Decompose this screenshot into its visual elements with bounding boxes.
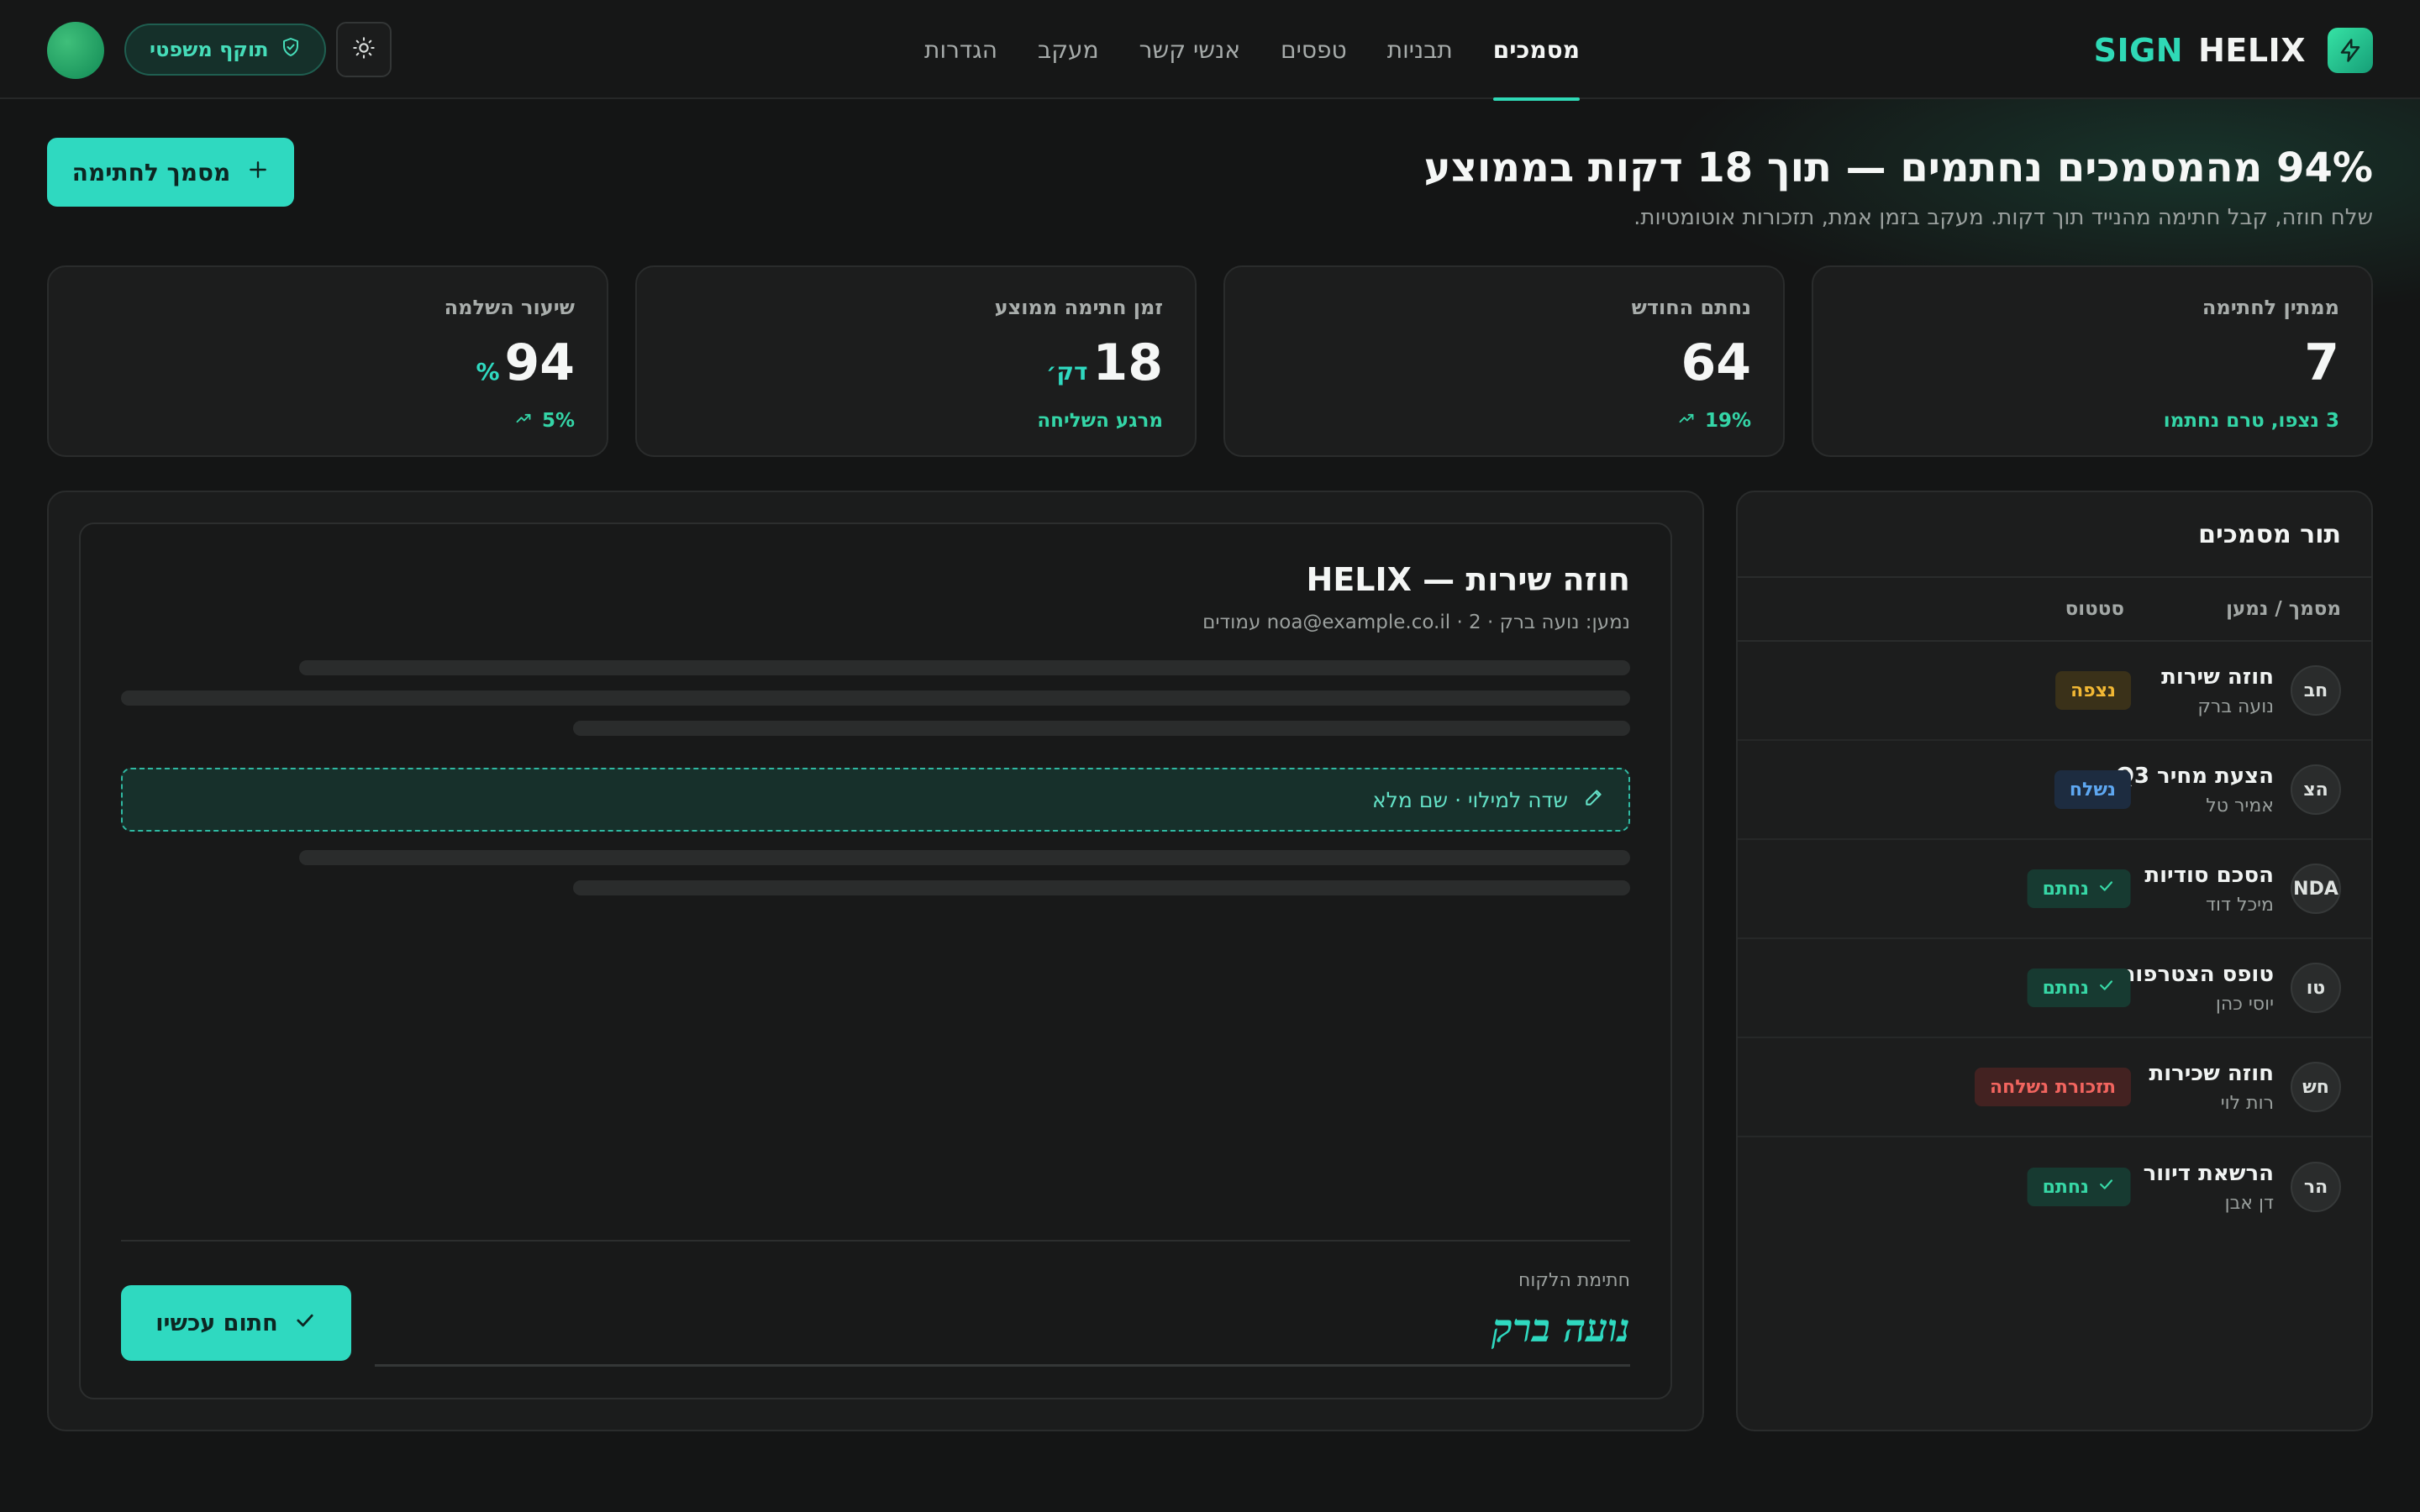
table-row[interactable]: טו טופס הצטרפות יוסי כהן נחתם (1738, 939, 2371, 1038)
stat-label: נחתם החודש (1631, 296, 1751, 319)
pencil-icon (1583, 786, 1605, 813)
trend-up-icon (1676, 410, 1697, 432)
document-title: חוזה שירות — HELIX (1306, 561, 1630, 598)
status-badge: נשלח (2054, 770, 2131, 809)
page-subtitle: שלח חוזה, קבל חתימה מהנייד תוך דקות. מעק… (1634, 205, 2373, 230)
document-page: חוזה שירות — HELIX נמען: נועה ברק · noa@… (79, 522, 1672, 1399)
text-placeholder-line (573, 721, 1630, 736)
stat-value: 18 (1092, 333, 1164, 392)
legal-validity-badge[interactable]: תוקף משפטי (124, 24, 326, 76)
brand-word-sign: SIGN (2093, 32, 2184, 69)
plus-icon (247, 159, 269, 186)
column-header-document: מסמך / נמען (2226, 598, 2341, 620)
stat-value: 64 (1681, 333, 1752, 392)
document-initials: חב (2291, 665, 2341, 716)
page-title: 94% מהמסמכים נחתמים — תוך 18 דקות בממוצע (1423, 144, 2373, 192)
table-row[interactable]: חש חוזה שכירות רות לוי תזכורת נשלחה (1738, 1038, 2371, 1137)
nav-item-settings[interactable]: הגדרות (924, 0, 997, 99)
stat-value: 94 (504, 333, 576, 392)
sign-now-label: חתום עכשיו (155, 1310, 278, 1336)
table-row[interactable]: הצ הצעת מחיר Q3 אמיר טל נשלח (1738, 741, 2371, 840)
lightning-bolt-icon (2328, 28, 2373, 73)
theme-toggle-button[interactable] (336, 22, 392, 77)
document-name: חוזה שירות (2161, 664, 2274, 690)
document-name: הצעת מחיר Q3 (2115, 763, 2274, 789)
nav-item-contacts[interactable]: אנשי קשר (1139, 0, 1240, 99)
status-badge: תזכורת נשלחה (1975, 1068, 2131, 1106)
document-preview-panel: חוזה שירות — HELIX נמען: נועה ברק · noa@… (47, 491, 1704, 1431)
text-placeholder-line (573, 880, 1630, 895)
stat-sub: מרגע השליחה (1037, 410, 1163, 432)
status-badge: נחתם (2027, 1168, 2131, 1206)
brand[interactable]: SIGN HELIX (2094, 27, 2373, 74)
check-icon (2097, 877, 2116, 900)
queue-title: תור מסמכים (1738, 492, 2371, 578)
stat-sub: 3 נצפו, טרם נחתמו (2163, 410, 2339, 432)
top-bar: SIGN HELIX מסמכים תבניות טפסים אנשי קשר … (0, 0, 2420, 101)
stat-unit: דק׳ (1045, 358, 1088, 386)
shield-check-icon (281, 36, 301, 63)
avatar[interactable] (47, 22, 104, 79)
document-initials: חש (2291, 1062, 2341, 1112)
sun-icon (352, 36, 376, 63)
document-initials: הצ (2291, 764, 2341, 815)
nav-item-forms[interactable]: טפסים (1281, 0, 1347, 99)
stat-label: ממתין לחתימה (2202, 296, 2339, 319)
text-placeholder-line (121, 690, 1630, 706)
new-document-label: מסמך לחתימה (71, 158, 231, 186)
table-row[interactable]: חב חוזה שירות נועה ברק נצפה (1738, 642, 2371, 741)
signature-value[interactable]: נועה ברק (1491, 1305, 1630, 1351)
document-queue-panel: תור מסמכים מסמך / נמען סטטוס חב חוזה שיר… (1736, 491, 2373, 1431)
stat-card-avg-time: זמן חתימה ממוצע 18 דק׳ מרגע השליחה (635, 265, 1197, 457)
text-placeholder-line (299, 660, 1630, 675)
divider (121, 1240, 1630, 1242)
table-row[interactable]: הר הרשאת דיוור דן אבן נחתם (1738, 1137, 2371, 1236)
queue-rows: חב חוזה שירות נועה ברק נצפה הצ הצעת מחיר… (1738, 642, 2371, 1236)
full-name-field[interactable]: שדה למילוי · שם מלא (121, 768, 1630, 832)
nav-item-tracking[interactable]: מעקב (1038, 0, 1099, 99)
stat-label: שיעור השלמה (444, 296, 575, 319)
field-label: שדה למילוי · שם מלא (1371, 787, 1568, 812)
status-badge: נחתם (2027, 969, 2131, 1007)
nav-item-templates[interactable]: תבניות (1387, 0, 1453, 99)
check-icon (2097, 976, 2116, 1000)
document-initials: NDA (2291, 864, 2341, 914)
stat-unit: % (476, 358, 500, 386)
stat-sub: 19% (1257, 410, 1751, 432)
stat-label: זמן חתימה ממוצע (994, 296, 1163, 319)
sign-now-button[interactable]: חתום עכשיו (121, 1285, 351, 1361)
queue-header: מסמך / נמען סטטוס (1738, 578, 2371, 642)
legal-badge-label: תוקף משפטי (150, 38, 269, 61)
check-icon (293, 1309, 317, 1338)
signature-line (375, 1364, 1630, 1367)
document-meta: נמען: נועה ברק · noa@example.co.il · 2 ע… (1202, 612, 1630, 633)
brand-word-helix: HELIX (2198, 32, 2306, 69)
column-header-status: סטטוס (2065, 598, 2124, 620)
stat-sub: 5% (81, 410, 575, 432)
trend-up-icon (513, 410, 534, 432)
stat-value: 7 (2304, 333, 2339, 392)
stat-card-completion: שיעור השלמה 94 % 5% (47, 265, 608, 457)
main-nav: מסמכים תבניות טפסים אנשי קשר מעקב הגדרות (924, 0, 1581, 101)
check-icon (2097, 1175, 2116, 1199)
text-placeholder-line (299, 850, 1630, 865)
signer-name: נועה ברק (2197, 696, 2274, 717)
stat-card-pending: ממתין לחתימה 7 3 נצפו, טרם נחתמו (1812, 265, 2373, 457)
signature-label: חתימת הלקוח (1518, 1270, 1630, 1291)
document-initials: הר (2291, 1162, 2341, 1212)
status-badge: נחתם (2027, 869, 2131, 908)
document-initials: טו (2291, 963, 2341, 1013)
signer-name: אמיר טל (2206, 795, 2274, 816)
new-document-button[interactable]: מסמך לחתימה (47, 138, 294, 207)
nav-item-documents[interactable]: מסמכים (1492, 0, 1581, 101)
stat-card-signed-month: נחתם החודש 64 19% (1223, 265, 1785, 457)
table-row[interactable]: NDA הסכם סודיות מיכל דוד נחתם (1738, 840, 2371, 939)
status-badge: נצפה (2055, 671, 2131, 710)
